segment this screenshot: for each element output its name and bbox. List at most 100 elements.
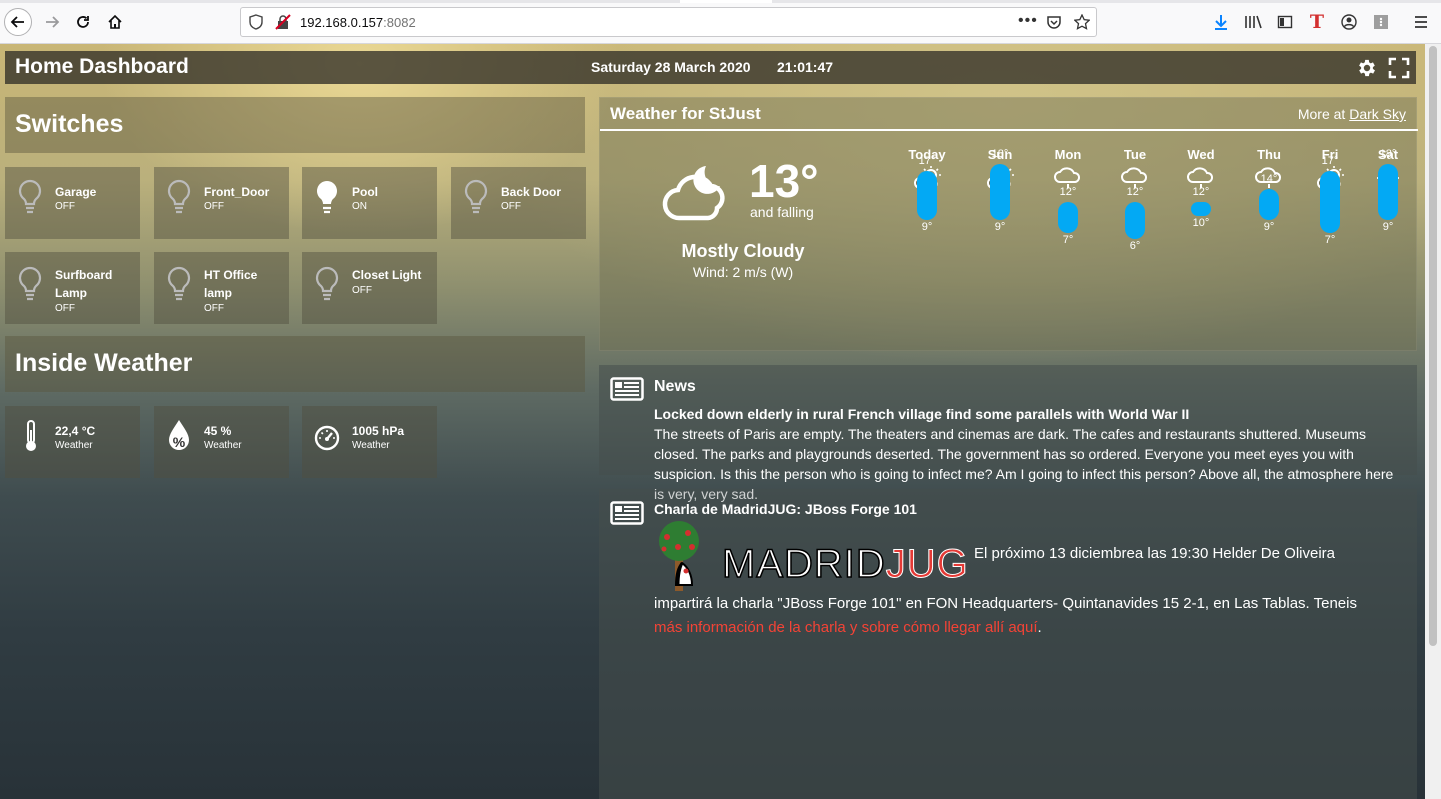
switch-tile-ht-office-lamp[interactable]: HT Office lamp OFF [154,252,289,324]
news-line: The streets of Paris are empty. The thea… [654,426,1367,442]
gauge-icon [314,425,340,451]
active-tab-indicator[interactable] [680,0,772,3]
header-date: Saturday 28 March 2020 [591,59,751,75]
url-text: 192.168.0.157:8082 [300,15,416,30]
bulb-off-icon [18,266,42,301]
switch-name: Front_Door [204,185,270,199]
home-button[interactable] [101,8,129,36]
bulb-off-icon [167,179,191,214]
home-icon [108,14,122,29]
switch-state: OFF [352,285,372,296]
page-scrollbar[interactable] [1425,44,1441,799]
news-inline-text: El próximo 13 diciembrea las 19:30 Helde… [974,545,1335,562]
address-bar[interactable]: 192.168.0.157:8082 ••• [240,7,1097,37]
extension-grey-icon[interactable] [1371,12,1391,32]
switch-tile-front-door[interactable]: Front_Door OFF [154,167,289,239]
weather-source: More at Dark Sky [1298,106,1406,122]
switch-tile-garage[interactable]: Garage OFF [5,167,140,239]
newspaper-icon [610,377,644,401]
forecast-low: 7° [1324,233,1336,246]
forecast-high: 17° [1321,154,1339,167]
header-clock: 21:01:47 [777,59,834,75]
menu-icon[interactable] [1411,12,1431,32]
extension-t-icon[interactable]: T [1307,11,1327,33]
pocket-icon[interactable] [1046,14,1062,30]
sensor-label: Weather [204,440,242,451]
dark-sky-link[interactable]: Dark Sky [1349,106,1406,122]
sensor-label: Weather [55,440,93,451]
forecast-high: 14° [1260,173,1278,186]
current-wind: Wind: 2 m/s (W) [692,264,794,280]
sensor-tile-pressure[interactable]: 1005 hPa Weather [302,406,437,478]
shield-icon[interactable] [249,14,263,30]
forecast-high: 18° [991,148,1009,161]
switch-name: Surfboard Lamp [55,268,113,300]
forecast-range-bar [1259,189,1279,221]
fullscreen-icon[interactable] [1388,57,1410,79]
news-line: suspicion. Is this the person who is goi… [654,466,1394,482]
sensor-value: 22,4 °C [55,424,96,438]
forecast-low: 6° [1129,239,1141,252]
arrow-right-icon [46,16,60,28]
logo-text-jug: JUG [885,542,969,587]
switch-state: OFF [204,303,224,314]
forecast-day-name: Mon [1054,147,1082,162]
temperature-trend: and falling [750,204,814,220]
forecast-high: 17° [918,154,936,167]
switch-tile-back-door[interactable]: Back Door OFF [451,167,586,239]
news-more-info-link[interactable]: más información de la charla y sobre cóm… [654,619,1038,636]
forecast-low: 9° [994,221,1006,234]
thermometer-icon [26,420,36,451]
bookmark-star-icon[interactable] [1074,14,1090,30]
forward-button[interactable] [38,8,66,36]
weather-panel: Weather for StJust More at Dark Sky 13° … [599,97,1418,351]
library-icon[interactable] [1243,12,1263,32]
current-temperature: 13° [749,155,819,207]
reload-button[interactable] [69,8,97,36]
forecast-day-name: Thu [1257,147,1281,162]
insecure-lock-icon[interactable] [275,14,291,30]
dashboard: Home Dashboard Saturday 28 March 2020 21… [0,44,1425,799]
tab-strip [0,0,1441,3]
account-icon[interactable] [1339,12,1359,32]
cloudy-night-icon [662,166,725,221]
scrollbar-thumb[interactable] [1429,46,1437,646]
gear-icon[interactable] [1356,57,1378,79]
news-headline-2[interactable]: Charla de MadridJUG: JBoss Forge 101 [654,501,917,517]
switch-tile-pool[interactable]: Pool ON [302,167,437,239]
news-link-line: más información de la charla y sobre cóm… [654,618,1042,638]
forecast-range-bar [917,170,937,221]
switch-name: Closet Light [352,268,422,282]
forecast-range-bar [1191,201,1211,216]
weather-source-prefix: More at [1297,106,1346,122]
page-actions-icon[interactable]: ••• [1018,12,1038,30]
sensor-tile-humidity[interactable]: % 45 % Weather [154,406,289,478]
arrow-left-icon [10,16,24,28]
news-headline[interactable]: Locked down elderly in rural French vill… [654,406,1189,422]
madridjug-logo-text: MADRIDJUG [721,541,969,587]
switch-state: OFF [55,303,75,314]
forecast-range-bar [990,164,1010,221]
sensor-tile-temperature[interactable]: 22,4 °C Weather [5,406,140,478]
current-summary: Mostly Cloudy [681,241,805,261]
page-title: Home Dashboard [15,55,189,78]
switch-state: OFF [204,201,224,212]
news-panel-2 [599,489,1417,799]
weather-title: Weather for StJust [610,104,761,123]
forecast-high: 18° [1379,148,1397,161]
switch-name: Back Door [501,185,562,199]
dashboard-header: Home Dashboard Saturday 28 March 2020 21… [5,51,1416,84]
forecast-high: 12° [1059,185,1077,198]
switch-name: Garage [55,185,97,199]
switch-tile-surfboard-lamp[interactable]: Surfboard Lamp OFF [5,252,140,324]
switch-state: ON [352,201,367,212]
sidebar-icon[interactable] [1275,12,1295,32]
url-port: :8082 [383,15,416,30]
sensor-label: Weather [352,440,390,451]
forecast-low: 9° [1382,221,1394,234]
back-button[interactable] [4,8,32,36]
logo-text-madrid: MADRID [721,541,886,587]
svg-text:%: % [173,434,186,450]
download-icon[interactable] [1211,12,1231,32]
switch-tile-closet-light[interactable]: Closet Light OFF [302,252,437,324]
